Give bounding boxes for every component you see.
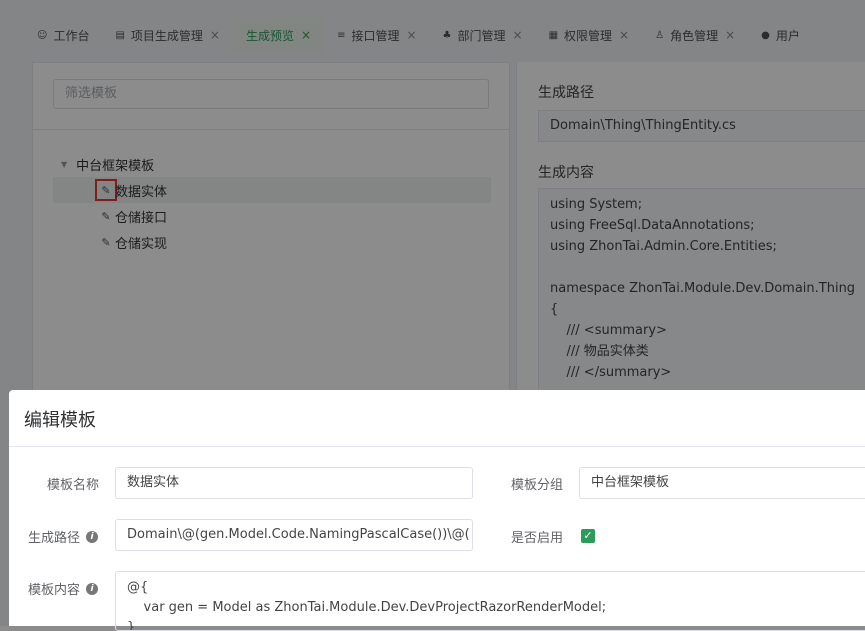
template-name-label-text: 模板名称 [47, 478, 100, 493]
dialog-title: 编辑模板 [24, 410, 96, 431]
template-content-label: 模板内容 i [28, 579, 99, 598]
template-group-select[interactable]: 中台框架模板 [579, 467, 865, 499]
watermark: 掘金技术社区 @ 易墨 [637, 581, 845, 605]
code-line: } [127, 620, 136, 631]
enabled-label: 是否启用 [511, 527, 563, 546]
template-name-input[interactable]: 数据实体 [115, 467, 473, 499]
template-content-label-text: 模板内容 [28, 583, 81, 598]
generate-path-label: 生成路径 i [28, 527, 99, 546]
enabled-checkbox[interactable]: ✓ [581, 529, 595, 543]
enabled-label-text: 是否启用 [511, 531, 564, 546]
generate-path-input[interactable]: Domain\@(gen.Model.Code.NamingPascalCase… [115, 519, 473, 551]
divider [9, 446, 865, 447]
info-icon[interactable]: i [86, 530, 99, 543]
template-group-label: 模板分组 [511, 474, 563, 493]
info-icon[interactable]: i [86, 582, 99, 595]
generate-path-label-text: 生成路径 [28, 531, 81, 546]
template-group-label-text: 模板分组 [511, 478, 564, 493]
template-name-label: 模板名称 [47, 474, 99, 493]
